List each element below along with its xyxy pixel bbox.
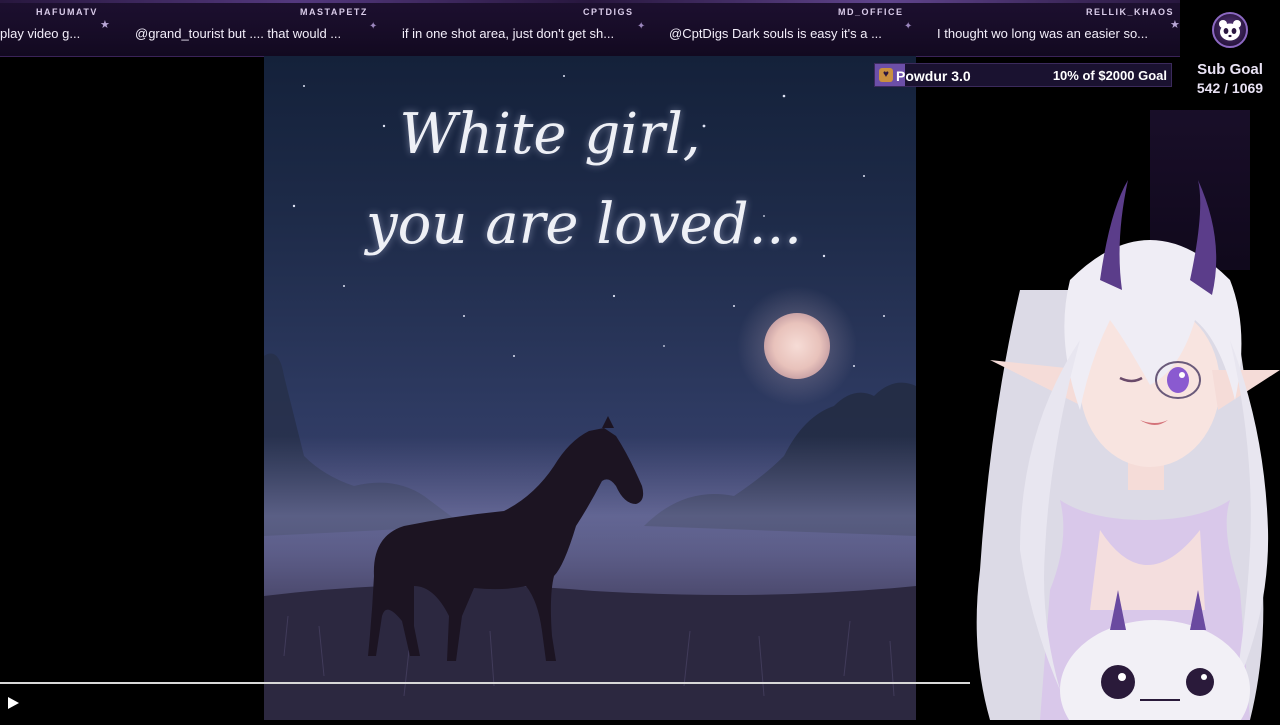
ticker-message: MD_OFFICE @CptDigs Dark souls is easy it… bbox=[655, 0, 905, 56]
ticker-text: @CptDigs Dark souls is easy it's a ... bbox=[669, 26, 882, 41]
donation-goal-amount: 10% of $2000 Goal bbox=[1052, 68, 1167, 83]
ticker-text: if in one shot area, just don't get sh..… bbox=[402, 26, 615, 41]
moon bbox=[764, 313, 830, 379]
gift-icon: ♥ bbox=[879, 68, 893, 82]
panda-icon bbox=[1212, 12, 1248, 48]
ticker-message: RELLIK_KHAOS I thought wo long was an ea… bbox=[925, 0, 1175, 56]
ticker-username: HAFUMATV bbox=[36, 7, 98, 17]
ticker-text: play video g... bbox=[0, 26, 81, 41]
star-icon: ★ bbox=[100, 19, 110, 31]
chat-ticker: HAFUMATV play video g... ★ MASTAPETZ @gr… bbox=[0, 0, 1180, 57]
ticker-message: CPTDIGS if in one shot area, just don't … bbox=[385, 0, 635, 56]
video-progress-bar[interactable] bbox=[0, 682, 970, 684]
star-icon: ★ bbox=[1170, 19, 1180, 31]
ticker-username: CPTDIGS bbox=[583, 7, 634, 17]
video-caption-line2: you are loved... bbox=[366, 192, 802, 257]
ticker-message: MASTAPETZ @grand_tourist but .... that w… bbox=[120, 0, 370, 56]
plus-icon: ✦ bbox=[904, 21, 913, 32]
sub-goal-widget: Sub Goal 542 / 1069 bbox=[1180, 0, 1280, 110]
play-icon[interactable] bbox=[8, 697, 19, 709]
ticker-message: HAFUMATV play video g... bbox=[0, 0, 105, 56]
video-frame[interactable]: White girl, you are loved... bbox=[264, 56, 916, 720]
ticker-text: @grand_tourist but .... that would ... bbox=[135, 26, 342, 41]
plus-icon: ✦ bbox=[637, 21, 646, 32]
sub-goal-count: 542 / 1069 bbox=[1196, 80, 1264, 96]
plus-icon: ✦ bbox=[369, 21, 378, 32]
vtuber-avatar bbox=[950, 170, 1280, 725]
ticker-username: RELLIK_KHAOS bbox=[1086, 7, 1175, 17]
ticker-username: MASTAPETZ bbox=[300, 7, 368, 17]
ticker-text: I thought wo long was an easier so... bbox=[937, 26, 1149, 41]
sub-goal-title: Sub Goal bbox=[1197, 61, 1263, 78]
donation-goal-bar: ♥ Powdur 3.0 10% of $2000 Goal bbox=[874, 63, 1172, 87]
video-caption-line1: White girl, bbox=[399, 102, 701, 167]
donation-goal-name: Powdur 3.0 bbox=[896, 68, 971, 84]
ticker-username: MD_OFFICE bbox=[838, 7, 904, 17]
